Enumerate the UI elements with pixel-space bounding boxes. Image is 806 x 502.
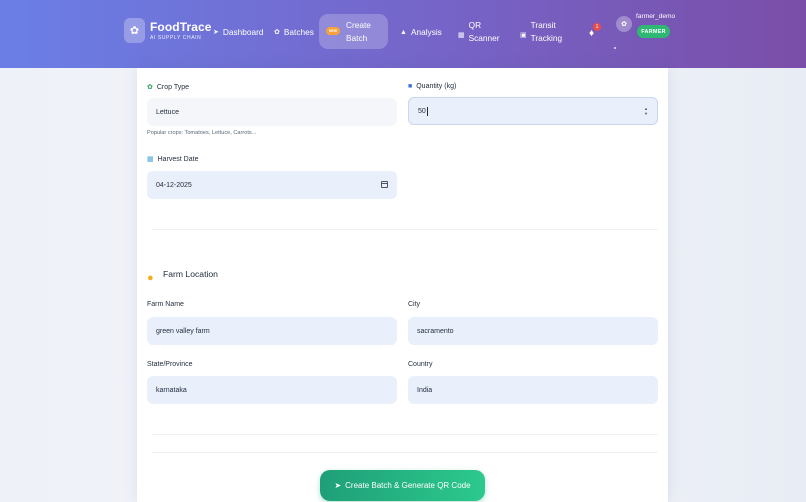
nav-analysis-label: Analysis (410, 27, 442, 37)
quantity-input[interactable]: 50 ▲ ▼ (408, 97, 658, 125)
rocket-icon: ➤ (334, 481, 342, 490)
role-badge: FARMER (637, 25, 670, 38)
user-name[interactable]: farmer_demo (636, 13, 675, 20)
nav-batches-label: Batches (283, 27, 314, 37)
city-input[interactable]: sacramento (408, 317, 658, 345)
avatar-status-dot (614, 47, 616, 49)
nav-qr-label: QR Scanner (469, 20, 500, 44)
country-value: India (417, 386, 433, 394)
chart-icon: ▲ (400, 29, 407, 36)
city-value: sacramento (417, 327, 454, 335)
quantity-label: ■ Quantity (kg) (408, 83, 456, 90)
nav-analysis[interactable]: ▲ Analysis (400, 27, 442, 38)
crop-type-label: ✿ Crop Type (147, 83, 190, 92)
nav-dashboard-label: Dashboard (222, 27, 264, 37)
farm-location-title: Farm Location (163, 269, 218, 279)
nav-transit-line1: Transit (530, 20, 556, 30)
leaf-icon: ✿ (147, 84, 153, 91)
crop-type-label-text: Crop Type (156, 83, 190, 91)
nav-transit-tracking[interactable]: ▣ Transit Tracking (520, 20, 562, 44)
leaf-icon: ✿ (124, 18, 145, 43)
brand-subtitle: AI SUPPLY CHAIN (150, 34, 202, 41)
submit-label: Create Batch & Generate QR Code (345, 481, 471, 490)
nav-qr-line2: Scanner (468, 33, 500, 43)
harvest-date-value: 04-12-2025 (156, 181, 192, 189)
harvest-date-label: ▦ Harvest Date (147, 155, 199, 164)
create-batch-submit-button[interactable]: ➤ Create Batch & Generate QR Code (320, 470, 485, 501)
nav-create-line2: Batch (346, 33, 368, 43)
crop-type-input[interactable]: Lettuce (147, 98, 397, 126)
crop-type-value: Lettuce (156, 108, 179, 116)
avatar[interactable]: ✿ (616, 16, 632, 32)
qr-icon: ▦ (458, 32, 465, 39)
country-input[interactable]: India (408, 376, 658, 404)
nav-qr-scanner[interactable]: ▦ QR Scanner (458, 20, 500, 44)
text-caret (426, 106, 428, 116)
calendar-picker-icon[interactable] (381, 181, 388, 188)
brand[interactable]: ✿ FoodTrace AI SUPPLY CHAIN (124, 18, 212, 43)
top-navbar: ✿ FoodTrace AI SUPPLY CHAIN ➤ Dashboard … (0, 0, 806, 68)
farm-name-input[interactable]: green valley farm (147, 317, 397, 345)
pin-icon: ● (147, 272, 154, 284)
rocket-icon: ➤ (213, 29, 219, 36)
harvest-date-input[interactable]: 04-12-2025 (147, 171, 397, 199)
section-divider (152, 229, 658, 230)
crop-hint: Popular crops: Tomatoes, Lettuce, Carrot… (147, 130, 257, 136)
state-value: karnataka (156, 386, 187, 394)
calendar-icon: ▦ (147, 156, 154, 163)
state-input[interactable]: karnataka (147, 376, 397, 404)
section-divider (152, 434, 658, 435)
country-label: Country (408, 361, 433, 368)
brand-text: FoodTrace AI SUPPLY CHAIN (150, 19, 212, 41)
farm-name-value: green valley farm (156, 327, 210, 335)
leaf-icon: ✿ (274, 29, 280, 36)
quantity-stepper[interactable]: ▲ ▼ (644, 106, 648, 116)
quantity-label-text: Quantity (kg) (416, 83, 457, 90)
quantity-value: 50 (418, 107, 426, 115)
nav-transit-label: Transit Tracking (531, 20, 563, 44)
new-badge: NEW (326, 27, 340, 35)
truck-icon: ▣ (520, 32, 527, 39)
nav-qr-line1: QR (468, 20, 482, 30)
notification-badge: 1 (593, 23, 601, 31)
section-divider (152, 452, 658, 453)
state-label: State/Province (147, 361, 193, 368)
nav-create-batch-label[interactable]: Create Batch (346, 20, 371, 44)
nav-batches[interactable]: ✿ Batches (274, 27, 314, 38)
city-label: City (408, 301, 421, 308)
farm-name-label: Farm Name (147, 301, 184, 308)
nav-transit-line2: Tracking (530, 33, 563, 43)
brand-title: FoodTrace (150, 19, 212, 34)
nav-dashboard[interactable]: ➤ Dashboard (213, 27, 263, 38)
farm-location-heading: ● Farm Location (147, 264, 218, 284)
box-icon: ■ (408, 83, 413, 90)
harvest-date-label-text: Harvest Date (157, 155, 199, 163)
nav-create-line1: Create (346, 20, 371, 30)
